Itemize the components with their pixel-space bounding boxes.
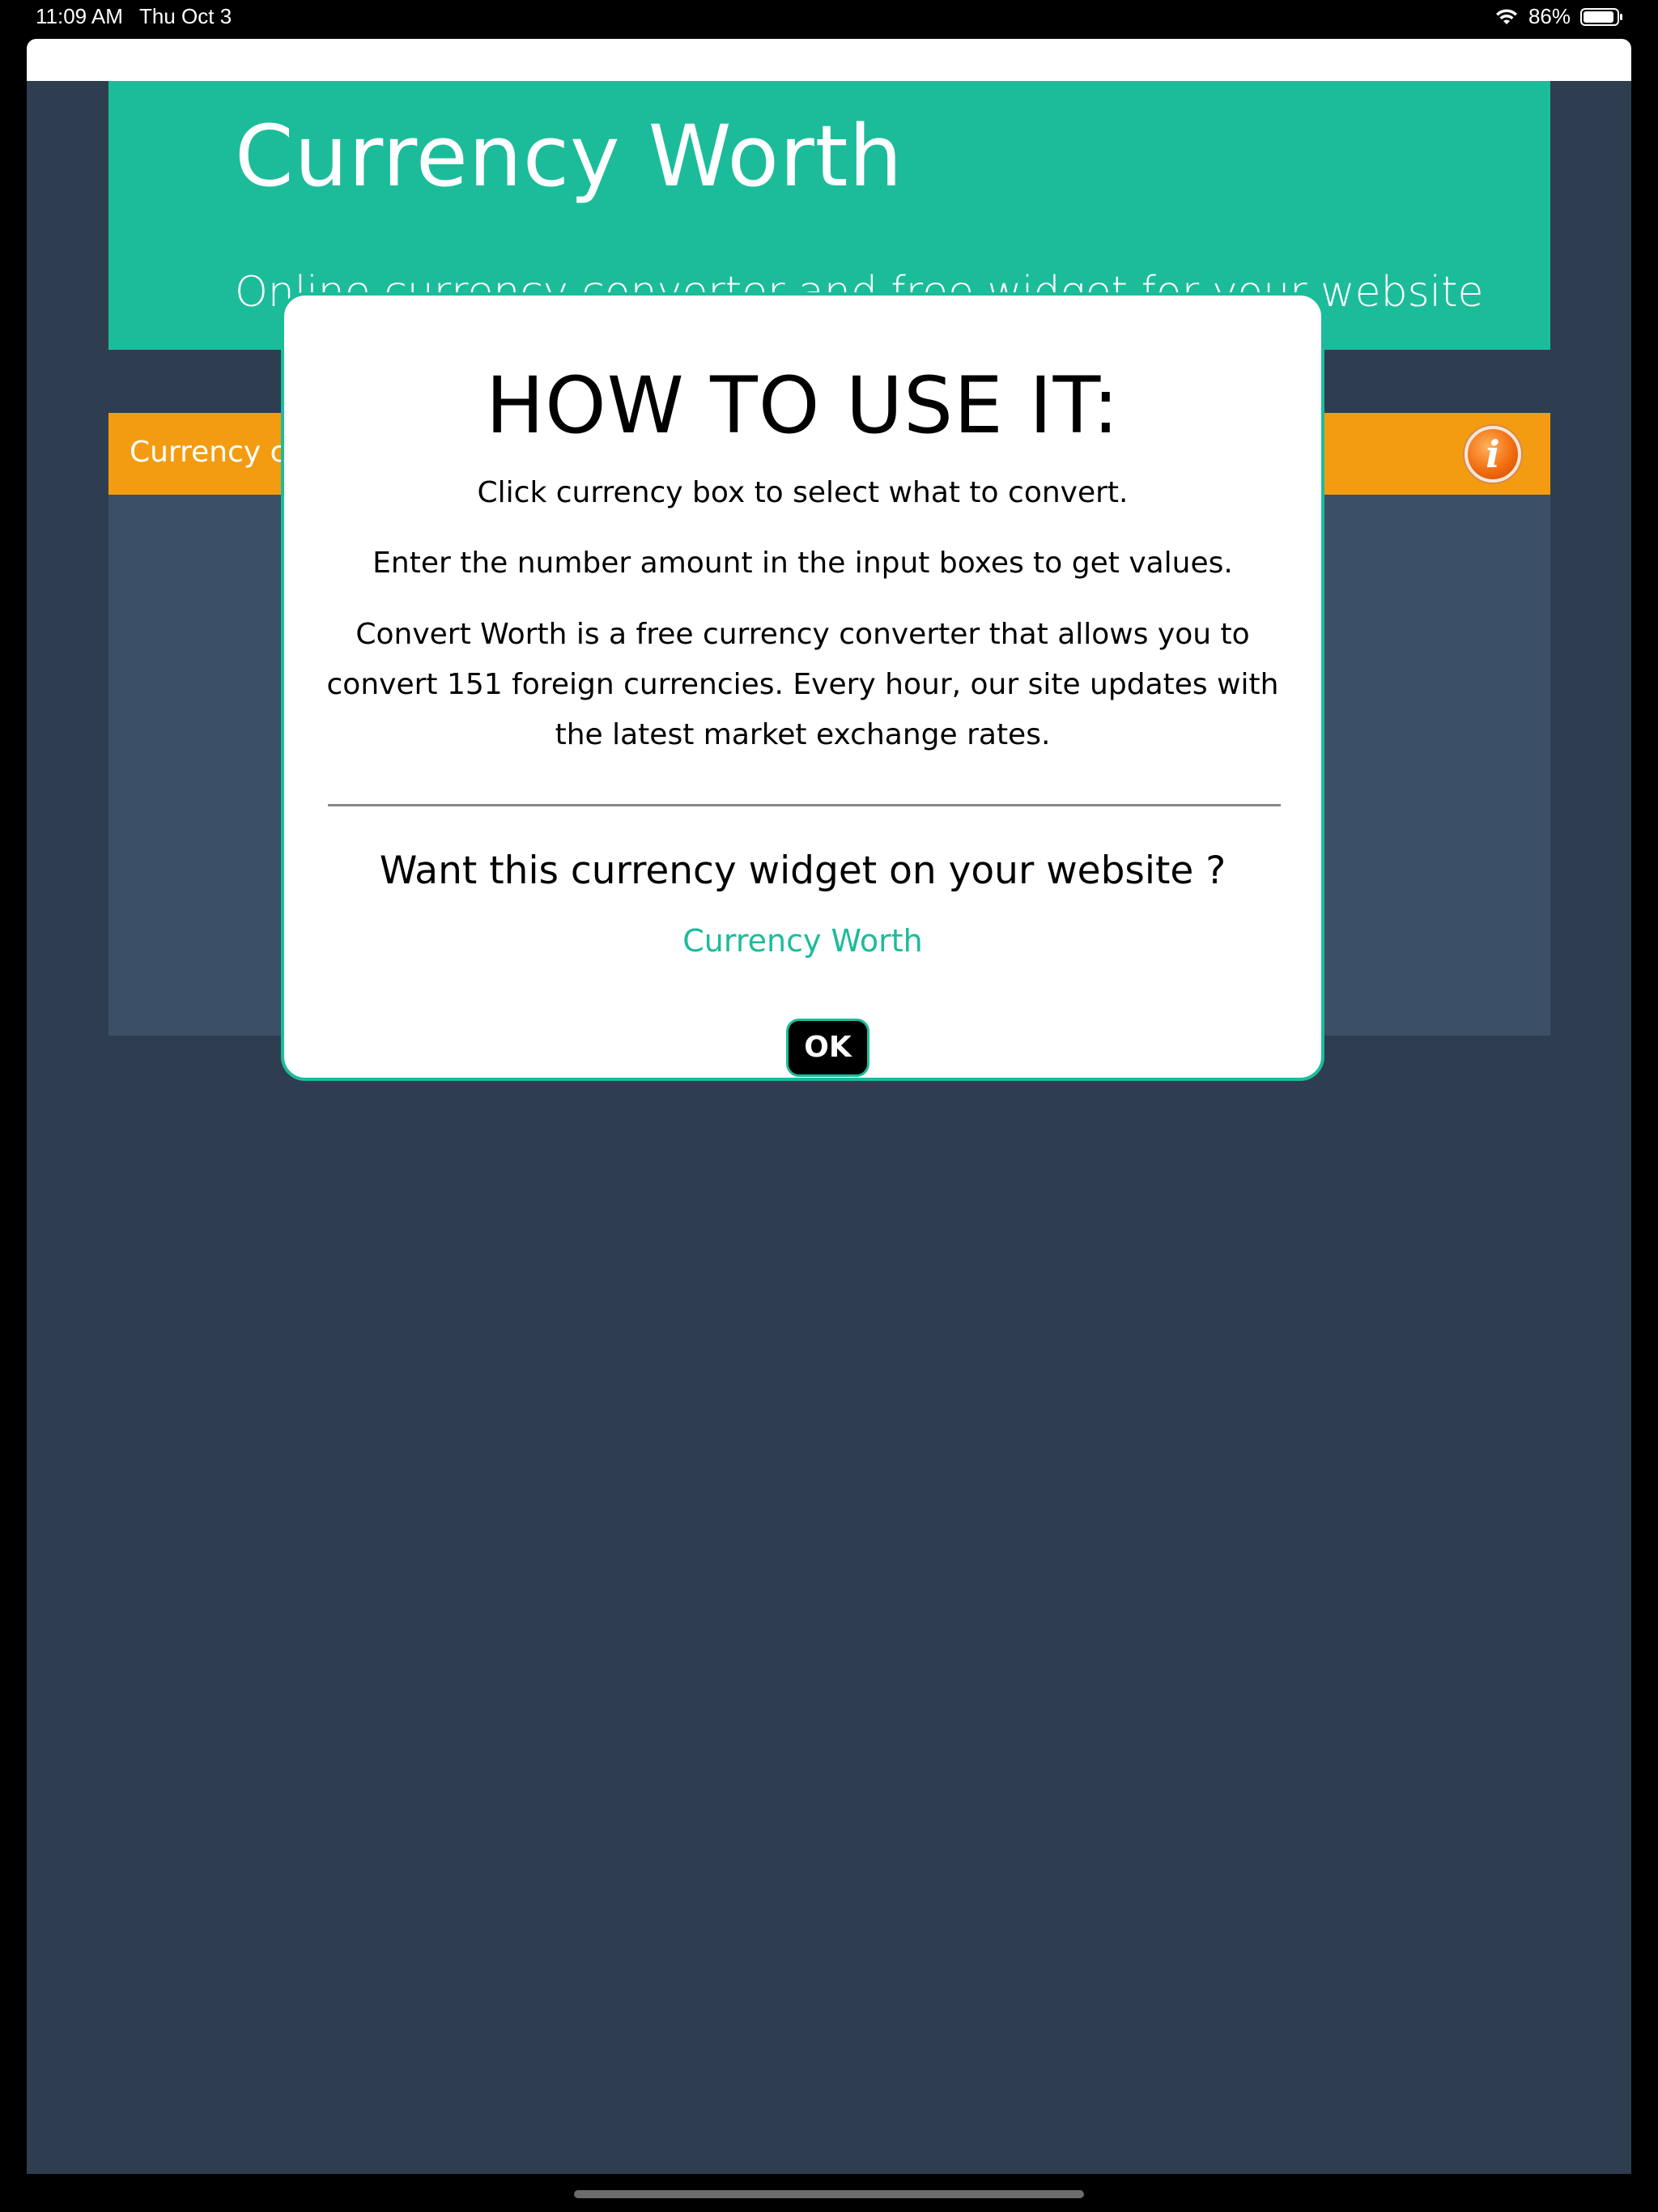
site-title: Currency Worth (235, 107, 903, 206)
home-indicator (574, 2190, 1084, 2198)
status-time: 11:09 AM (36, 4, 123, 28)
battery-icon (1580, 7, 1622, 26)
modal-divider (328, 804, 1281, 806)
ok-button[interactable]: OK (786, 1019, 869, 1077)
browser-top-strip (27, 39, 1631, 81)
status-bar: 11:09 AM Thu Oct 3 86% (0, 0, 1658, 39)
modal-instruction-2: Enter the number amount in the input box… (372, 547, 1233, 580)
widget-question: Want this currency widget on your websit… (379, 849, 1226, 893)
widget-link[interactable]: Currency Worth (284, 916, 1321, 966)
status-indicators: 86% (1494, 4, 1624, 29)
modal-description: Convert Worth is a free currency convert… (326, 618, 1279, 751)
wifi-icon (1495, 8, 1517, 24)
how-to-use-modal: HOW TO USE IT: Click currency box to sel… (281, 292, 1324, 1081)
modal-title: HOW TO USE IT: (485, 360, 1120, 451)
battery-percent: 86% (1528, 4, 1571, 28)
status-date: Thu Oct 3 (139, 4, 232, 28)
info-icon[interactable]: i (1465, 426, 1521, 483)
modal-instruction-1: Click currency box to select what to con… (477, 476, 1129, 509)
